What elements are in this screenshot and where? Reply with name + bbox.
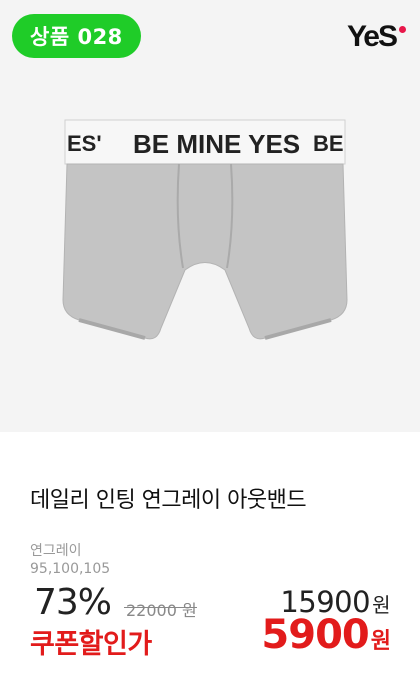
garment-body <box>62 163 348 340</box>
brand-logo: YeS <box>347 20 406 54</box>
coupon-price-value: 5900 <box>261 612 369 658</box>
original-price: 22000 원 <box>124 597 197 621</box>
product-image-area[interactable]: 상품 028 YeS ES' BE MINE YES BE <box>0 0 420 432</box>
coupon-price-label: 쿠폰할인가 <box>30 629 152 660</box>
brand-logo-dot <box>399 26 406 33</box>
product-photo: ES' BE MINE YES BE <box>62 119 348 340</box>
waistband-center-text: BE MINE YES <box>133 129 300 159</box>
original-price-text: 22000 원 <box>126 601 197 620</box>
waistband-right-text: BE <box>313 131 344 156</box>
coupon-price: 5900원 <box>261 612 391 658</box>
product-size-options: 95,100,105 <box>30 561 111 577</box>
product-title[interactable]: 데일리 인팅 연그레이 아웃밴드 <box>30 482 307 514</box>
waistband-left-text: ES' <box>67 131 102 156</box>
product-info: 데일리 인팅 연그레이 아웃밴드 연그레이 95,100,105 73% 220… <box>0 432 420 700</box>
strike-line <box>124 607 197 608</box>
product-color-option: 연그레이 <box>30 543 82 559</box>
brand-logo-text: YeS <box>346 20 398 53</box>
discount-rate: 73% <box>34 582 112 623</box>
product-number-badge: 상품 028 <box>12 14 141 58</box>
coupon-price-unit: 원 <box>370 629 391 654</box>
